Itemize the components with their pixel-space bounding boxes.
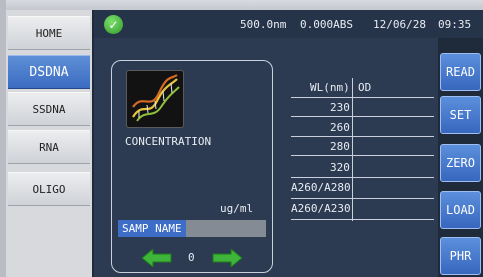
table-row-wl: 230 xyxy=(330,101,350,114)
nav-item-dsdna[interactable]: DSDNA xyxy=(8,55,90,89)
sample-name-field[interactable]: SAMP NAME xyxy=(118,220,266,237)
sample-info-box: CONCENTRATION ug/ml SAMP NAME 0 xyxy=(111,60,273,273)
sample-index: 0 xyxy=(188,251,195,264)
table-divider xyxy=(291,155,434,156)
table-divider xyxy=(352,78,353,221)
nav-item-label: OLIGO xyxy=(32,182,66,196)
status-wavelength: 500.0nm xyxy=(240,18,287,31)
phr-button[interactable]: PHR xyxy=(440,237,481,275)
arrow-left-icon[interactable] xyxy=(141,247,172,269)
mode-label: CONCENTRATION xyxy=(125,135,212,148)
table-divider xyxy=(291,136,434,137)
zero-button-label: ZERO xyxy=(446,156,475,170)
table-row-wl: 280 xyxy=(330,140,350,153)
nav-item-label: SSDNA xyxy=(32,102,66,116)
load-button[interactable]: LOAD xyxy=(440,191,481,229)
table-divider xyxy=(291,219,434,220)
table-divider xyxy=(291,116,434,117)
table-row-wl: A260/A280 xyxy=(291,181,351,194)
load-button-label: LOAD xyxy=(446,203,475,217)
status-absorbance: 0.000ABS xyxy=(300,18,353,31)
main-panel: CONCENTRATION ug/ml SAMP NAME 0 WL(nm) O… xyxy=(94,38,438,277)
table-row-wl: 320 xyxy=(330,161,350,174)
table-divider xyxy=(291,198,434,199)
nav-item-home[interactable]: HOME xyxy=(8,16,90,50)
nav-item-rna[interactable]: RNA xyxy=(8,130,90,164)
check-circle-icon: ✓ xyxy=(104,15,123,34)
instrument-screen: HOME DSDNA SSDNA RNA OLIGO ✓ 500.0nm 0.0… xyxy=(6,10,483,277)
read-button-label: READ xyxy=(446,65,475,79)
arrow-right-icon[interactable] xyxy=(212,247,243,269)
nav-item-label: HOME xyxy=(35,26,63,40)
read-button[interactable]: READ xyxy=(440,53,481,91)
table-divider xyxy=(291,177,434,178)
nav-item-oligo[interactable]: OLIGO xyxy=(8,172,90,206)
nav-item-label: RNA xyxy=(39,140,59,154)
table-header-od: OD xyxy=(358,81,372,94)
table-header-wl: WL(nm) xyxy=(310,81,350,94)
nav-item-ssdna[interactable]: SSDNA xyxy=(8,92,90,126)
unit-label: ug/ml xyxy=(220,202,254,215)
device-bezel-top xyxy=(0,0,483,10)
dna-helix-icon xyxy=(126,70,184,128)
sample-name-label: SAMP NAME xyxy=(118,220,186,237)
phr-button-label: PHR xyxy=(449,249,472,263)
sample-type-nav: HOME DSDNA SSDNA RNA OLIGO xyxy=(6,10,92,277)
table-divider xyxy=(291,97,434,98)
table-row-wl: 260 xyxy=(330,121,350,134)
status-time: 09:35 xyxy=(438,18,472,31)
set-button-label: SET xyxy=(449,108,472,122)
zero-button[interactable]: ZERO xyxy=(440,144,481,182)
status-bar: ✓ 500.0nm 0.000ABS 12/06/28 09:35 xyxy=(94,10,483,38)
status-date: 12/06/28 xyxy=(373,18,426,31)
table-row-wl: A260/A230 xyxy=(291,202,351,215)
nav-item-label: DSDNA xyxy=(29,64,69,80)
set-button[interactable]: SET xyxy=(440,96,481,134)
